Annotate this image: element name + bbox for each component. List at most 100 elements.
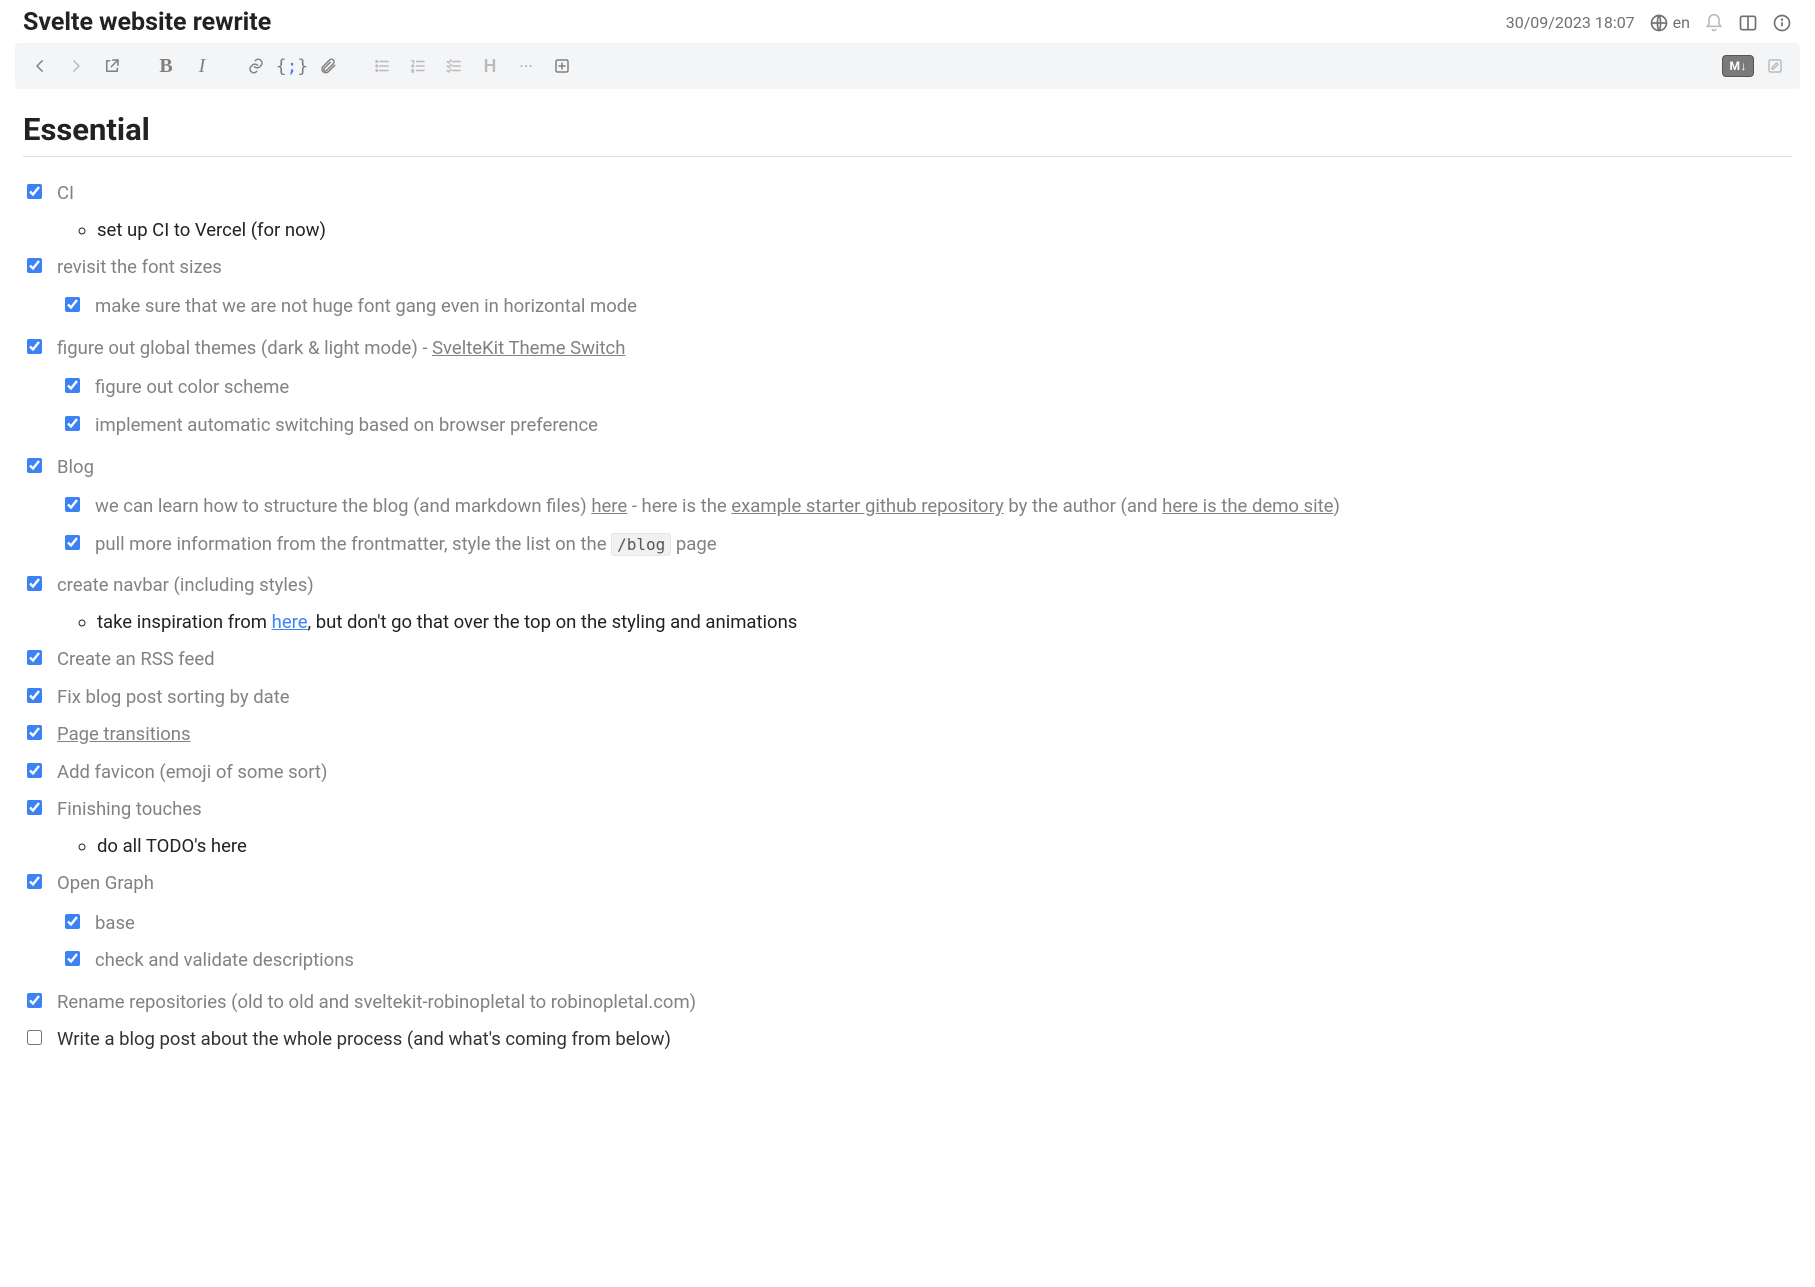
nav-back-button[interactable] [25, 51, 55, 81]
bullet-item: set up CI to Vercel (for now) [97, 215, 1792, 245]
bullet-list: do all TODO's here [23, 831, 1792, 861]
bold-button[interactable]: B [151, 51, 181, 81]
task-checkbox[interactable] [27, 800, 42, 815]
task-row: Fix blog post sorting by date [23, 683, 1792, 713]
code-button[interactable]: {;} [277, 51, 307, 81]
link[interactable]: Page transitions [57, 723, 191, 745]
heading-button[interactable]: H [475, 51, 505, 81]
task-checkbox[interactable] [65, 497, 80, 512]
task-item: Rename repositories (old to old and svel… [23, 984, 1792, 1022]
header: Svelte website rewrite 30/09/2023 18:07 … [15, 0, 1800, 43]
task-row: Rename repositories (old to old and svel… [23, 988, 1792, 1018]
open-external-button[interactable] [97, 51, 127, 81]
page-title: Svelte website rewrite [23, 8, 271, 37]
subtask-list: figure out color scheme implement automat… [23, 369, 1792, 444]
subtask-list: we can learn how to structure the blog (… [23, 488, 1792, 563]
ordered-list-button[interactable] [403, 51, 433, 81]
task-checkbox[interactable] [27, 874, 42, 889]
document-body[interactable]: Essential CI set up CI to Vercel (for now… [15, 101, 1800, 1099]
task-checkbox[interactable] [27, 725, 42, 740]
split-view-icon[interactable] [1738, 13, 1758, 33]
italic-button[interactable]: I [187, 51, 217, 81]
task-item: create navbar (including styles) take ins… [23, 567, 1792, 641]
edit-mode-button[interactable] [1760, 51, 1790, 81]
info-icon[interactable] [1772, 13, 1792, 33]
subtask-row: implement automatic switching based on b… [61, 411, 1792, 441]
bullet-item: do all TODO's here [97, 831, 1792, 861]
task-row: figure out global themes (dark & light m… [23, 334, 1792, 364]
language-label: en [1673, 13, 1690, 32]
task-row: CI [23, 179, 1792, 209]
task-checkbox[interactable] [27, 184, 42, 199]
task-list: CI set up CI to Vercel (for now) revisit t… [23, 175, 1792, 1059]
task-item: Finishing touchesdo all TODO's here [23, 791, 1792, 865]
task-row: Write a blog post about the whole proces… [23, 1025, 1792, 1055]
subtask-item: implement automatic switching based on b… [61, 407, 1792, 445]
link[interactable]: here [591, 495, 627, 517]
more-button[interactable] [511, 51, 541, 81]
task-item: Fix blog post sorting by date [23, 679, 1792, 717]
attachment-button[interactable] [313, 51, 343, 81]
language-selector[interactable]: en [1649, 13, 1690, 33]
task-checkbox[interactable] [27, 650, 42, 665]
task-row: Blog [23, 453, 1792, 483]
subtask-row: make sure that we are not huge font gang… [61, 292, 1792, 322]
markdown-mode-badge[interactable]: M↓ [1722, 55, 1754, 77]
task-row: Open Graph [23, 869, 1792, 899]
subtask-row: figure out color scheme [61, 373, 1792, 403]
link-button[interactable] [241, 51, 271, 81]
subtask-item: we can learn how to structure the blog (… [61, 488, 1792, 526]
task-checkbox[interactable] [27, 1030, 42, 1045]
add-button[interactable] [547, 51, 577, 81]
task-item: revisit the font sizes make sure that we … [23, 249, 1792, 330]
subtask-item: figure out color scheme [61, 369, 1792, 407]
toolbar: B I {;} H M↓ [15, 43, 1800, 89]
task-checkbox[interactable] [65, 914, 80, 929]
task-checkbox[interactable] [65, 416, 80, 431]
checklist-button[interactable] [439, 51, 469, 81]
subtask-item: pull more information from the frontmatt… [61, 526, 1792, 564]
task-row: Page transitions [23, 720, 1792, 750]
task-checkbox[interactable] [65, 951, 80, 966]
task-item: Blog we can learn how to structure the bl… [23, 449, 1792, 568]
link[interactable]: SvelteKit Theme Switch [432, 337, 625, 359]
task-checkbox[interactable] [27, 576, 42, 591]
task-item: CI set up CI to Vercel (for now) [23, 175, 1792, 249]
subtask-list: make sure that we are not huge font gang… [23, 288, 1792, 326]
inline-code: /blog [611, 533, 671, 556]
task-checkbox[interactable] [27, 258, 42, 273]
subtask-row: we can learn how to structure the blog (… [61, 492, 1792, 522]
task-checkbox[interactable] [65, 297, 80, 312]
nav-forward-button[interactable] [61, 51, 91, 81]
task-row: Create an RSS feed [23, 645, 1792, 675]
task-checkbox[interactable] [27, 688, 42, 703]
task-item: Write a blog post about the whole proces… [23, 1021, 1792, 1059]
task-item: Add favicon (emoji of some sort) [23, 754, 1792, 792]
task-checkbox[interactable] [65, 535, 80, 550]
subtask-item: base [61, 905, 1792, 943]
bell-icon[interactable] [1704, 13, 1724, 33]
task-row: create navbar (including styles) [23, 571, 1792, 601]
subtask-row: base [61, 909, 1792, 939]
bullet-list: set up CI to Vercel (for now) [23, 215, 1792, 245]
task-checkbox[interactable] [27, 763, 42, 778]
subtask-list: base check and validate descriptions [23, 905, 1792, 980]
task-row: revisit the font sizes [23, 253, 1792, 283]
task-item: figure out global themes (dark & light m… [23, 330, 1792, 449]
bullet-list: take inspiration from here, but don't go… [23, 607, 1792, 637]
task-checkbox[interactable] [65, 378, 80, 393]
task-checkbox[interactable] [27, 339, 42, 354]
unordered-list-button[interactable] [367, 51, 397, 81]
link[interactable]: example starter github repository [731, 495, 1003, 517]
subtask-item: make sure that we are not huge font gang… [61, 288, 1792, 326]
bullet-item: take inspiration from here, but don't go… [97, 607, 1792, 637]
task-checkbox[interactable] [27, 993, 42, 1008]
timestamp: 30/09/2023 18:07 [1506, 13, 1635, 32]
task-item: Create an RSS feed [23, 641, 1792, 679]
link[interactable]: here [272, 611, 308, 633]
task-checkbox[interactable] [27, 458, 42, 473]
task-row: Add favicon (emoji of some sort) [23, 758, 1792, 788]
section-heading: Essential [23, 111, 1792, 148]
link[interactable]: here is the demo site [1162, 495, 1333, 517]
subtask-row: check and validate descriptions [61, 946, 1792, 976]
